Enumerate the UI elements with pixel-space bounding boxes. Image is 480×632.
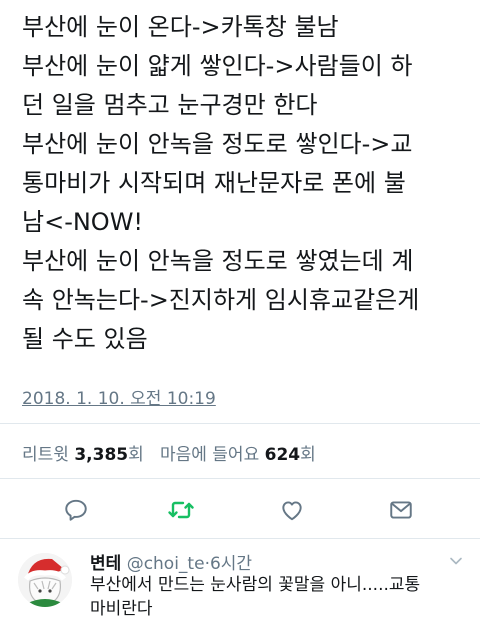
likes-stat[interactable]: 마음에 들어요 624회 (160, 445, 316, 465)
retweet-icon (168, 501, 194, 519)
divider (0, 538, 480, 539)
reply-line: 마비란다 (90, 599, 153, 619)
retweets-stat[interactable]: 리트윗 3,385회 (22, 445, 149, 465)
tweet-line: 던 일을 멈추고 눈구경만 한다 (22, 91, 318, 119)
reply-author-handle[interactable]: @choi_te (127, 554, 205, 574)
chevron-down-icon (450, 557, 462, 565)
tweet-timestamp[interactable]: 2018. 1. 10. 오전 10:19 (22, 384, 216, 409)
retweet-button[interactable] (163, 493, 199, 527)
tweet-line: 부산에 눈이 안녹을 정도로 쌓인다->교 (22, 130, 413, 158)
reply-text: 부산에서 만드는 눈사람의 꽃말을 아니.....교통 마비란다 (90, 573, 460, 621)
tweet-stats: 리트윗 3,385회 마음에 들어요 624회 (22, 440, 316, 465)
reply-button[interactable] (58, 493, 94, 527)
dm-button[interactable] (383, 493, 419, 527)
avatar[interactable] (18, 553, 72, 607)
reply-line: 부산에서 만드는 눈사람의 꽃말을 아니.....교통 (90, 575, 421, 595)
tweet-line: 부산에 눈이 안녹을 정도로 쌓였는데 계 (22, 247, 414, 275)
likes-unit: 회 (300, 445, 316, 465)
tweet-line: 부산에 눈이 얇게 쌓인다->사람들이 하 (22, 52, 413, 80)
tweet-line: 속 안녹는다->진지하게 임시휴교같은게 (22, 286, 420, 314)
divider (0, 478, 480, 479)
likes-count: 624 (264, 445, 301, 465)
envelope-icon (390, 501, 412, 519)
tweet-line: 남<-NOW! (22, 208, 144, 236)
tweet-text: 부산에 눈이 온다->카톡창 불남 부산에 눈이 얇게 쌓인다->사람들이 하 … (22, 8, 462, 359)
retweets-count: 3,385 (74, 445, 129, 465)
divider (0, 423, 480, 424)
heart-icon (282, 501, 302, 521)
retweets-label: 리트윗 (22, 445, 69, 465)
tweet-line: 통마비가 시작되며 재난문자로 폰에 불 (22, 169, 406, 197)
reply-icon (65, 499, 87, 521)
likes-label: 마음에 들어요 (159, 445, 260, 465)
retweets-unit: 회 (128, 445, 144, 465)
reply-tweet[interactable]: 변테 @choi_te·6시간 부산에서 만드는 눈사람의 꽃말을 아니....… (0, 543, 480, 632)
reply-header: 변테 @choi_te·6시간 (90, 549, 252, 574)
more-options-button[interactable] (448, 553, 464, 573)
avatar-image (18, 553, 72, 607)
tweet-line: 될 수도 있음 (22, 325, 148, 353)
reply-time[interactable]: 6시간 (210, 554, 252, 574)
tweet-actions (0, 493, 480, 527)
reply-author-name[interactable]: 변테 (90, 554, 121, 574)
like-button[interactable] (274, 493, 310, 527)
tweet-line: 부산에 눈이 온다->카톡창 불남 (22, 13, 339, 41)
